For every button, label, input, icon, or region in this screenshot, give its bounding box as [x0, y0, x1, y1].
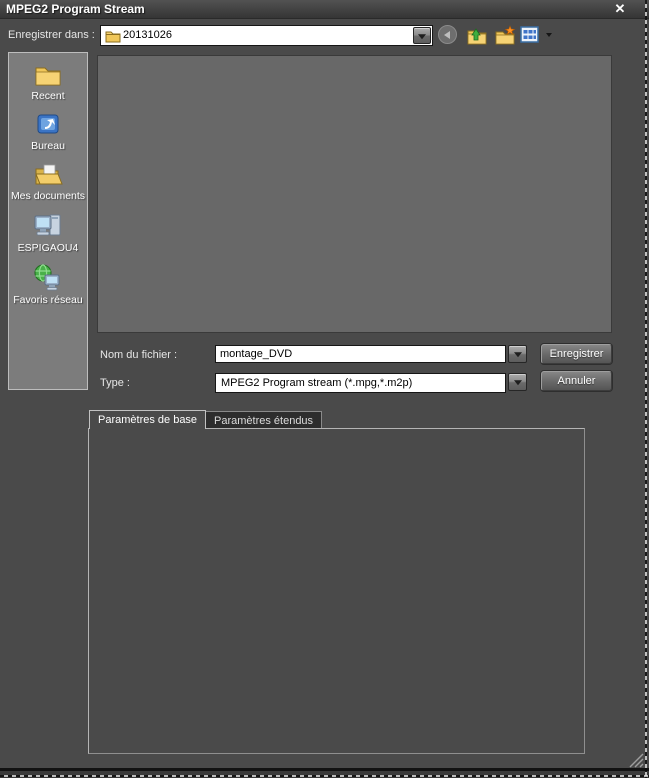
network-icon	[34, 264, 60, 291]
recent-folder-icon	[35, 67, 61, 86]
back-button[interactable]	[438, 25, 460, 47]
save-button[interactable]: Enregistrer	[541, 344, 612, 364]
up-folder-icon	[467, 28, 487, 45]
tab-parametres-etendus[interactable]: Paramètres étendus	[205, 411, 323, 429]
new-folder-icon	[495, 25, 516, 45]
cancel-button[interactable]: Annuler	[541, 371, 612, 391]
sidebar-item-mes-documents[interactable]: Mes documents	[11, 161, 85, 202]
view-menu-icon	[520, 26, 539, 43]
file-list-area[interactable]	[97, 55, 612, 333]
save-in-label: Enregistrer dans :	[8, 29, 95, 41]
new-folder-button[interactable]	[494, 25, 516, 47]
folder-icon	[105, 31, 121, 43]
save-dialog: MPEG2 Program Stream ✕ Enregistrer dans …	[0, 0, 649, 778]
dropdown-arrow-icon	[418, 33, 426, 39]
sidebar-item-bureau[interactable]: Bureau	[31, 111, 65, 152]
save-in-value: 20131026	[123, 29, 172, 41]
filename-dropdown-button[interactable]	[508, 345, 527, 363]
selection-marquee-bottom	[0, 775, 649, 777]
sidebar-item-recent[interactable]: Recent	[31, 61, 65, 102]
file-type-combobox[interactable]: MPEG2 Program stream (*.mpg,*.m2p)	[215, 373, 506, 393]
dropdown-arrow-icon	[513, 380, 522, 386]
filename-label: Nom du fichier :	[100, 349, 178, 361]
settings-panel	[88, 428, 585, 754]
resize-grip-icon[interactable]	[627, 751, 644, 768]
sidebar-item-espigaou4[interactable]: ESPIGAOU4	[18, 211, 78, 254]
file-type-dropdown-button[interactable]	[508, 373, 527, 391]
title-bar[interactable]: MPEG2 Program Stream ✕	[0, 0, 649, 19]
computer-icon	[34, 214, 61, 236]
back-icon	[438, 25, 457, 44]
places-sidebar: Recent Bureau Mes documents ESPIGAOU4 Fa…	[8, 52, 88, 390]
filename-input[interactable]	[215, 345, 506, 363]
file-type-label: Type :	[100, 377, 130, 389]
tab-parametres-de-base[interactable]: Paramètres de base	[89, 410, 207, 429]
documents-folder-icon	[35, 164, 63, 185]
up-folder-button[interactable]	[466, 25, 488, 47]
dropdown-arrow-icon	[513, 352, 522, 358]
sidebar-item-favoris-reseau[interactable]: Favoris réseau	[13, 263, 83, 306]
view-menu-button[interactable]	[520, 25, 552, 47]
save-in-combobox[interactable]: 20131026	[100, 25, 433, 46]
save-in-dropdown-button[interactable]	[413, 27, 431, 44]
close-icon[interactable]: ✕	[611, 1, 629, 17]
view-menu-arrow-icon	[546, 33, 552, 37]
desktop-icon	[37, 114, 59, 134]
window-title: MPEG2 Program Stream	[6, 2, 145, 16]
selection-marquee-right	[645, 0, 647, 778]
file-type-value: MPEG2 Program stream (*.mpg,*.m2p)	[221, 377, 413, 389]
